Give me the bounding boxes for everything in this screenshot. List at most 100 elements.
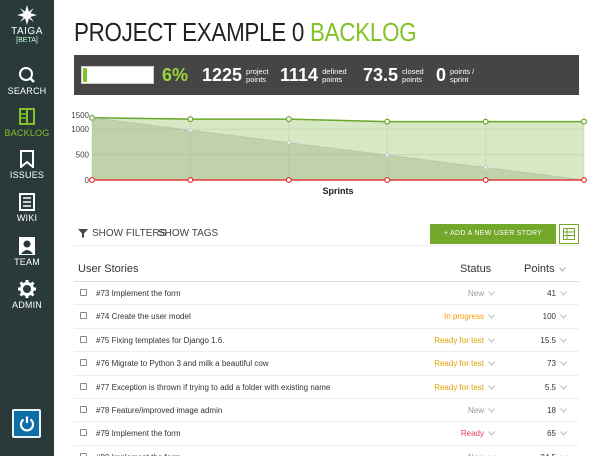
header-user-stories: User Stories <box>78 263 139 275</box>
story-status[interactable]: Ready for test <box>434 383 495 392</box>
search-icon <box>19 67 35 83</box>
chart-point <box>580 118 587 125</box>
backlog-icon <box>19 108 35 125</box>
progress-bar <box>81 66 154 84</box>
header-points[interactable]: Points <box>524 263 566 275</box>
story-status-label: New <box>467 405 484 415</box>
backlog-toolbar: SHOW FILTERS SHOW TAGS + ADD A NEW USER … <box>74 224 579 246</box>
table-row[interactable]: #79 Implement the form Ready 65 <box>74 422 579 446</box>
closed-points-label-line2: points <box>402 74 423 84</box>
bulk-add-button[interactable] <box>559 224 579 244</box>
table-row[interactable]: #80 Implement the formNew24.5 <box>74 446 579 456</box>
defined-points-value: 1114 <box>280 65 319 85</box>
story-status[interactable]: Ready for test <box>434 359 495 368</box>
story-points-value: 65 <box>547 429 556 439</box>
story-subject[interactable]: #78 Feature/improved image admin <box>96 406 222 415</box>
section-name: BACKLOG <box>310 17 417 47</box>
story-status[interactable]: Ready <box>461 429 495 438</box>
story-status-label: New <box>467 289 484 298</box>
progress-percent: 6% <box>162 65 189 85</box>
story-points-value: 41 <box>547 289 556 298</box>
chart-y-tick: 1000 <box>71 125 89 134</box>
wiki-icon <box>19 193 35 211</box>
chevron-down-icon <box>560 337 567 343</box>
row-checkbox[interactable] <box>80 335 87 343</box>
nav-wiki[interactable]: WIKI <box>0 193 54 233</box>
nav-team[interactable]: TEAM <box>0 237 54 277</box>
story-subject[interactable]: #75 Fixing templates for Django 1.6. <box>96 336 225 345</box>
chevron-down-icon <box>488 361 495 366</box>
row-checkbox[interactable] <box>80 359 87 367</box>
table-row[interactable]: #73 Implement the form New 41 <box>74 282 579 306</box>
story-status-label: In progress <box>443 312 484 322</box>
row-checkbox[interactable] <box>80 429 87 437</box>
story-subject[interactable]: #79 Implement the form <box>96 429 180 438</box>
nav-team-label: TEAM <box>14 257 40 267</box>
story-status[interactable]: In progress <box>444 312 495 321</box>
chart-point <box>580 176 587 183</box>
table-row[interactable]: #77 Exception is thrown if trying to add… <box>74 376 579 399</box>
table-row[interactable]: #75 Fixing templates for Django 1.6. Read… <box>74 329 579 353</box>
table-row[interactable]: #78 Feature/improved image admin New 18 <box>74 399 579 423</box>
show-tags-button[interactable]: SHOW TAGS <box>158 228 218 239</box>
chart-point <box>385 152 390 158</box>
chart-point <box>88 176 95 183</box>
nav-admin[interactable]: ADMIN <box>0 280 54 320</box>
chevron-down-icon <box>560 384 567 390</box>
chevron-down-icon <box>558 266 566 272</box>
logo-beta: [BETA] <box>16 37 38 44</box>
gear-icon <box>18 280 36 298</box>
story-subject[interactable]: #77 Exception is thrown if trying to add… <box>96 383 330 392</box>
stat-project-points: 1225 project points <box>202 65 269 86</box>
nav-admin-label: ADMIN <box>12 300 42 310</box>
story-subject[interactable]: #73 Implement the form <box>96 289 180 298</box>
taiga-logo[interactable]: TAIGA [BETA] <box>0 4 54 45</box>
story-points[interactable]: 18 <box>547 406 567 415</box>
chart-point <box>285 176 292 183</box>
nav-search-label: SEARCH <box>7 86 47 96</box>
nav-backlog[interactable]: BACKLOG <box>0 108 54 148</box>
chevron-down-icon <box>560 431 567 437</box>
chevron-down-icon <box>560 361 567 366</box>
add-user-story-button[interactable]: + ADD A NEW USER STORY <box>430 224 556 244</box>
page-title: PROJECT EXAMPLE 0 BACKLOG <box>74 16 417 48</box>
chevron-down-icon <box>488 431 495 437</box>
story-points[interactable]: 15.5 <box>540 336 567 345</box>
chevron-down-icon <box>488 408 495 413</box>
chart-y-tick: 500 <box>76 151 90 160</box>
table-row[interactable]: #74 Create the user model In progress 100 <box>74 305 579 329</box>
nav-issues[interactable]: ISSUES <box>0 150 54 190</box>
chart-y-tick: 1500 <box>71 111 89 120</box>
chart-point <box>188 128 193 133</box>
story-points[interactable]: 5.5 <box>545 383 567 392</box>
chart-point <box>384 176 391 183</box>
table-row[interactable]: #76 Migrate to Python 3 and milk a beaut… <box>74 352 579 376</box>
story-points[interactable]: 65 <box>547 429 567 438</box>
show-filters-button[interactable]: SHOW FILTERS <box>78 228 166 239</box>
chart-x-label: Sprints <box>322 186 353 196</box>
power-button[interactable] <box>12 409 41 438</box>
nav-backlog-label: BACKLOG <box>4 128 50 138</box>
chart-y-tick: 0 <box>85 176 90 185</box>
story-status[interactable]: New <box>468 406 495 415</box>
story-subject[interactable]: #74 Create the user model <box>96 312 191 321</box>
story-status[interactable]: Ready for test <box>434 336 495 345</box>
project-name: PROJECT EXAMPLE 0 <box>74 17 305 47</box>
story-points[interactable]: 41 <box>547 289 567 298</box>
row-checkbox[interactable] <box>80 312 87 320</box>
story-points[interactable]: 100 <box>543 312 567 321</box>
closed-points-value: 73.5 <box>363 65 399 85</box>
table-icon <box>563 228 575 240</box>
chart-point <box>482 176 489 183</box>
story-subject[interactable]: #76 Migrate to Python 3 and milk a beaut… <box>96 359 269 368</box>
story-points[interactable]: 73 <box>547 359 567 368</box>
story-points-value: 5.5 <box>544 382 556 392</box>
row-checkbox[interactable] <box>80 382 87 390</box>
story-points-value: 73 <box>547 359 556 369</box>
team-icon <box>19 237 35 255</box>
row-checkbox[interactable] <box>80 289 87 296</box>
row-checkbox[interactable] <box>80 405 87 413</box>
header-status[interactable]: Status <box>460 263 491 275</box>
story-status[interactable]: New <box>468 289 495 298</box>
nav-search[interactable]: SEARCH <box>0 66 54 106</box>
